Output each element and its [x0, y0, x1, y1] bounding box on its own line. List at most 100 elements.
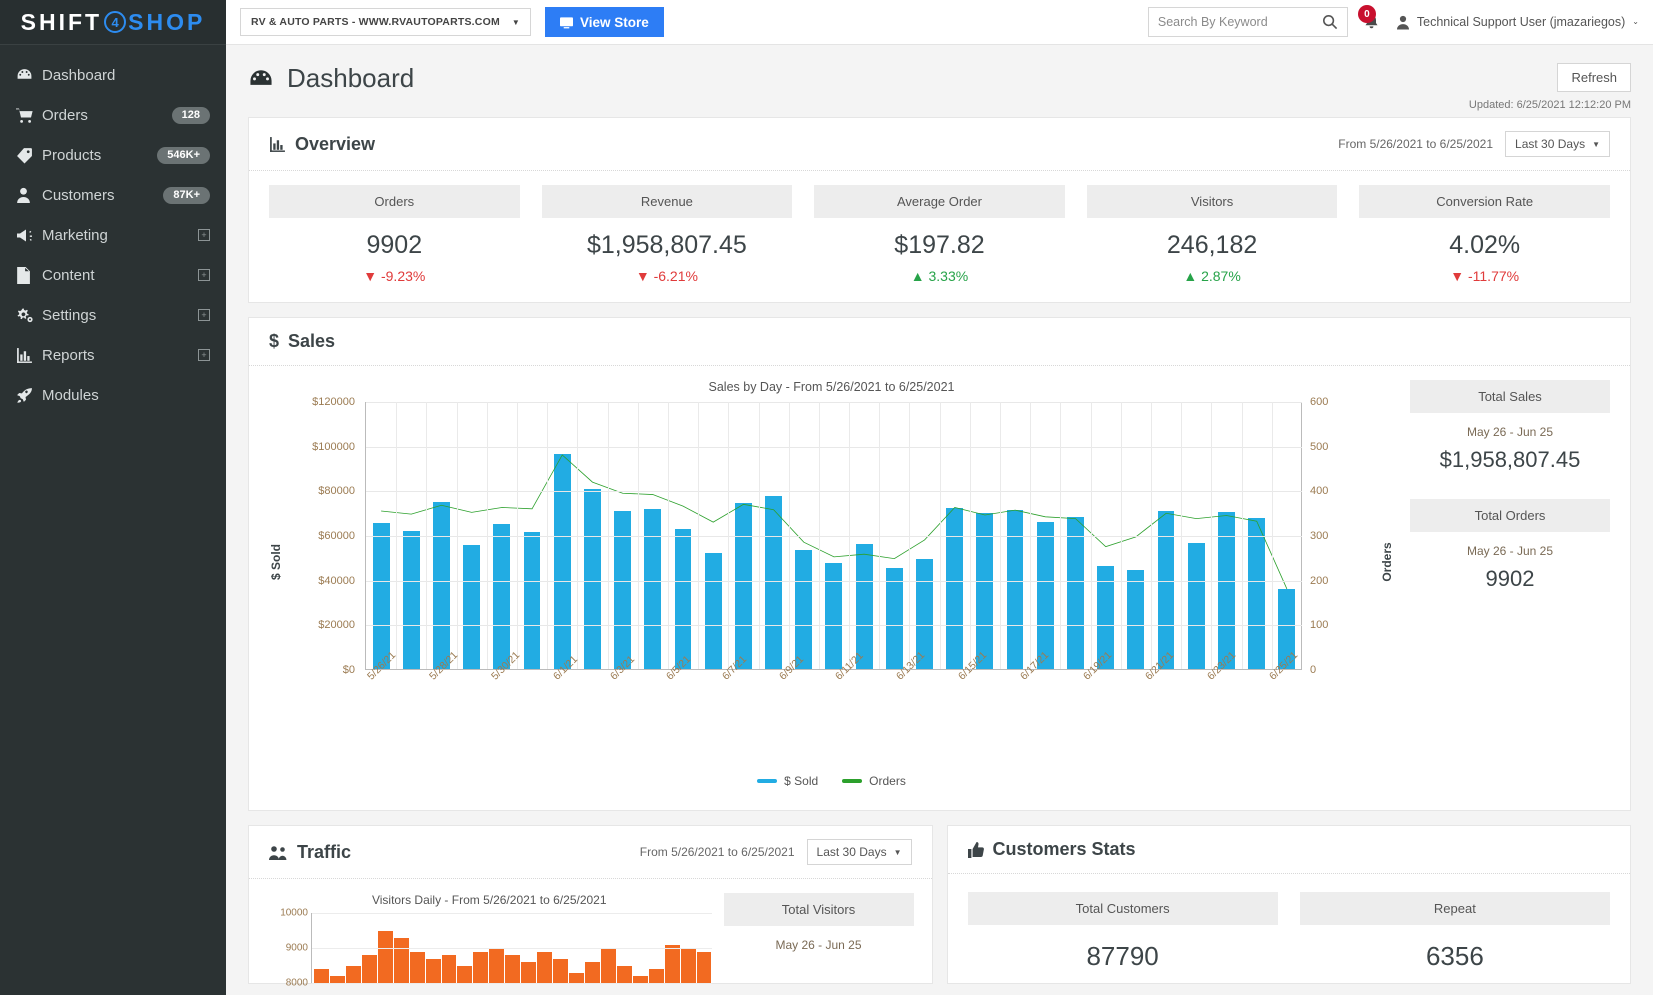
overview-range-select[interactable]: Last 30 Days ▼: [1505, 131, 1610, 157]
y-tick-label: $0: [343, 664, 355, 676]
traffic-bar[interactable]: [442, 955, 457, 983]
traffic-bar[interactable]: [601, 948, 616, 983]
search-input[interactable]: [1158, 15, 1322, 29]
traffic-bar[interactable]: [505, 955, 520, 983]
expand-icon[interactable]: +: [198, 309, 210, 321]
expand-icon[interactable]: +: [198, 229, 210, 241]
gridline-vertical: [819, 402, 820, 669]
traffic-bar[interactable]: [362, 955, 377, 983]
brand-text-part1: SHIFT: [21, 9, 102, 36]
notification-count-badge: 0: [1358, 5, 1376, 23]
legend-item-sold[interactable]: $ Sold: [757, 774, 818, 788]
metric-label: Conversion Rate: [1359, 185, 1610, 218]
traffic-bar[interactable]: [314, 969, 329, 983]
sidebar-item-products[interactable]: Products 546K+: [0, 135, 226, 175]
metric-delta-text: -6.21%: [654, 268, 698, 284]
brand-logo[interactable]: SHIFT 4 SHOP: [0, 0, 226, 45]
total-sales-label: Total Sales: [1410, 380, 1610, 413]
metric-delta-text: -9.23%: [381, 268, 425, 284]
gridline-vertical: [668, 402, 669, 669]
traffic-title: Traffic: [269, 842, 351, 863]
user-menu[interactable]: Technical Support User (jmazariegos) ⌄: [1396, 14, 1639, 29]
dashboard-icon: [16, 67, 42, 84]
gridline-vertical: [759, 402, 760, 669]
traffic-bar[interactable]: [330, 976, 345, 983]
gridline-vertical: [1030, 402, 1031, 669]
customers-stats-title: Customers Stats: [968, 839, 1136, 860]
traffic-bar[interactable]: [378, 931, 393, 984]
traffic-summary-panel: Total Visitors May 26 - Jun 25: [724, 893, 914, 983]
sales-y2-axis-label: Orders: [1380, 542, 1394, 581]
traffic-chart: Visitors Daily - From 5/26/2021 to 6/25/…: [267, 893, 712, 983]
legend-item-orders[interactable]: Orders: [842, 774, 906, 788]
sidebar-item-content[interactable]: Content +: [0, 255, 226, 295]
search-icon[interactable]: [1322, 13, 1338, 31]
traffic-bar[interactable]: [489, 948, 504, 983]
sidebar-item-marketing[interactable]: Marketing +: [0, 215, 226, 255]
gridline-vertical: [1242, 402, 1243, 669]
metric-label: Revenue: [542, 185, 793, 218]
traffic-bar[interactable]: [410, 952, 425, 984]
traffic-bar[interactable]: [617, 966, 632, 984]
metric-label: Average Order: [814, 185, 1065, 218]
view-store-button[interactable]: View Store: [545, 7, 664, 37]
bar-chart-icon: [16, 347, 42, 364]
metric-delta: ▼ -9.23%: [269, 268, 520, 284]
sidebar-item-modules[interactable]: Modules: [0, 375, 226, 415]
gridline-vertical: [1181, 402, 1182, 669]
traffic-bar[interactable]: [394, 938, 409, 984]
traffic-bar[interactable]: [521, 962, 536, 983]
sidebar-item-customers[interactable]: Customers 87K+: [0, 175, 226, 215]
expand-icon[interactable]: +: [198, 269, 210, 281]
traffic-bar[interactable]: [537, 952, 552, 984]
total-visitors-label: Total Visitors: [724, 893, 914, 926]
page-header-right: Refresh Updated: 6/25/2021 12:12:20 PM: [1469, 63, 1631, 111]
sidebar-item-settings[interactable]: Settings +: [0, 295, 226, 335]
metric-delta: ▼ -6.21%: [542, 268, 793, 284]
traffic-bar[interactable]: [681, 948, 696, 983]
sidebar-item-orders[interactable]: Orders 128: [0, 95, 226, 135]
store-selector[interactable]: RV & AUTO PARTS - WWW.RVAUTOPARTS.COM ▼: [240, 8, 531, 36]
user-name-label: Technical Support User (jmazariegos): [1417, 15, 1625, 29]
traffic-range-select[interactable]: Last 30 Days ▼: [807, 839, 912, 865]
notifications-button[interactable]: 0: [1364, 7, 1386, 37]
traffic-bar[interactable]: [697, 952, 712, 984]
gridline-horizontal: [366, 536, 1302, 537]
gears-icon: [16, 307, 42, 324]
traffic-bar[interactable]: [426, 959, 441, 984]
traffic-bar[interactable]: [649, 969, 664, 983]
gridline-vertical: [457, 402, 458, 669]
metric-value: $197.82: [814, 231, 1065, 260]
metric-value: 9902: [269, 231, 520, 260]
traffic-bar[interactable]: [553, 959, 568, 984]
metric-label: Orders: [269, 185, 520, 218]
sidebar-item-label: Dashboard: [42, 67, 210, 84]
sidebar-item-label: Customers: [42, 187, 163, 204]
total-customers-value: 87790: [968, 941, 1278, 972]
sales-y-axis-ticks: $0$20000$40000$60000$80000$100000$120000: [289, 402, 361, 670]
traffic-bar[interactable]: [585, 962, 600, 983]
traffic-bar[interactable]: [473, 952, 488, 984]
traffic-bar[interactable]: [457, 966, 472, 984]
gridline-vertical: [638, 402, 639, 669]
traffic-y-tick-label: 8000: [286, 978, 308, 989]
sidebar-item-dashboard[interactable]: Dashboard: [0, 55, 226, 95]
sidebar-item-reports[interactable]: Reports +: [0, 335, 226, 375]
traffic-title-text: Traffic: [297, 842, 351, 863]
overview-metrics: Orders 9902 ▼ -9.23% Revenue $1,958,807.…: [249, 171, 1630, 302]
traffic-bar[interactable]: [569, 973, 584, 984]
gridline-vertical: [1211, 402, 1212, 669]
search-box[interactable]: [1148, 7, 1348, 37]
app-root: SHIFT 4 SHOP Dashboard Orders 128: [0, 0, 1653, 995]
repeat-label: Repeat: [1300, 892, 1610, 925]
total-sales-period: May 26 - Jun 25: [1410, 425, 1610, 439]
traffic-bar[interactable]: [346, 966, 361, 984]
overview-range-select-label: Last 30 Days: [1515, 137, 1585, 151]
gridline-horizontal: [366, 581, 1302, 582]
traffic-bar[interactable]: [633, 976, 648, 983]
expand-icon[interactable]: +: [198, 349, 210, 361]
traffic-bar[interactable]: [665, 945, 680, 984]
gridline-vertical: [1151, 402, 1152, 669]
refresh-button[interactable]: Refresh: [1557, 63, 1631, 92]
page-header: Dashboard Refresh Updated: 6/25/2021 12:…: [226, 45, 1653, 117]
